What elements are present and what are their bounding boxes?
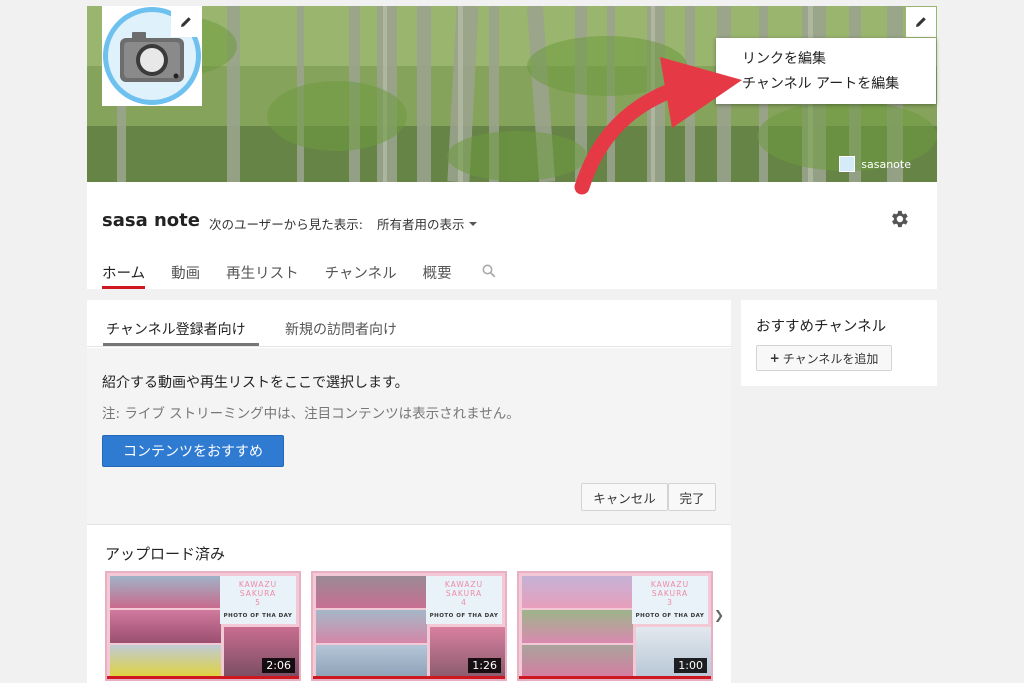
shelf-next-chevron-icon[interactable]: ❯ bbox=[714, 608, 724, 622]
view-as-label: 次のユーザーから見た表示: bbox=[209, 217, 363, 232]
watched-progress-bar bbox=[107, 676, 299, 679]
tab-subscribers[interactable]: チャンネル登録者向け bbox=[106, 319, 246, 339]
main-content: チャンネル登録者向け 新規の訪問者向け 紹介する動画や再生リストをここで選択しま… bbox=[87, 300, 731, 683]
menu-item-edit-links[interactable]: リンクを編集 bbox=[716, 47, 936, 72]
gear-icon[interactable] bbox=[888, 208, 910, 230]
featured-channels-title: おすすめチャンネル bbox=[756, 319, 887, 335]
banner-social-link[interactable]: sasanote bbox=[839, 156, 911, 172]
avatar-edit-button[interactable] bbox=[171, 7, 201, 37]
video-duration: 2:06 bbox=[262, 658, 295, 673]
tab-search[interactable] bbox=[482, 262, 496, 289]
plus-icon: + bbox=[769, 351, 780, 365]
uploads-shelf: KAWAZU SAKURA 5 PHOTO OF THA DAY 2:06 KA… bbox=[105, 571, 731, 683]
watched-progress-bar bbox=[519, 676, 711, 679]
video-duration: 1:26 bbox=[468, 658, 501, 673]
uploads-section-title: アップロード済み bbox=[105, 545, 226, 563]
site-favicon-icon bbox=[839, 156, 856, 172]
kawazu-sakura-logo: KAWAZU SAKURA 3 PHOTO OF THA DAY bbox=[632, 576, 708, 624]
video-thumbnail[interactable]: KAWAZU SAKURA 4 PHOTO OF THA DAY 1:26 bbox=[311, 571, 507, 681]
feature-instruction: 紹介する動画や再生リストをここで選択します。 bbox=[102, 375, 409, 391]
active-tab-indicator bbox=[103, 343, 259, 346]
menu-item-edit-channel-art[interactable]: チャンネル アートを編集 bbox=[716, 72, 936, 97]
kawazu-sakura-logo: KAWAZU SAKURA 5 PHOTO OF THA DAY bbox=[220, 576, 296, 624]
tab-channels[interactable]: チャンネル bbox=[325, 262, 397, 289]
cancel-button[interactable]: キャンセル bbox=[581, 483, 668, 511]
done-button[interactable]: 完了 bbox=[668, 483, 716, 511]
banner-edit-button[interactable] bbox=[906, 7, 936, 37]
video-thumbnail[interactable]: KAWAZU SAKURA 3 PHOTO OF THA DAY 1:00 bbox=[517, 571, 713, 681]
channel-nav: ホーム 動画 再生リスト チャンネル 概要 bbox=[102, 262, 522, 289]
recommend-content-button[interactable]: コンテンツをおすすめ bbox=[102, 435, 284, 467]
tab-home[interactable]: ホーム bbox=[102, 262, 146, 289]
view-as-select[interactable]: 所有者用の表示 bbox=[377, 214, 477, 233]
featured-channels-panel: おすすめチャンネル + チャンネルを追加 bbox=[741, 300, 937, 386]
add-channel-button[interactable]: + チャンネルを追加 bbox=[756, 345, 892, 371]
watched-progress-bar bbox=[313, 676, 505, 679]
channel-title: sasa note bbox=[102, 210, 200, 231]
tab-new-visitors[interactable]: 新規の訪問者向け bbox=[285, 319, 397, 339]
channel-header: sasa note 次のユーザーから見た表示: 所有者用の表示 ホーム 動画 再… bbox=[87, 182, 937, 289]
featured-content-editor: 紹介する動画や再生リストをここで選択します。 注: ライブ ストリーミング中は、… bbox=[87, 348, 731, 525]
search-icon bbox=[482, 264, 496, 278]
pencil-icon bbox=[181, 17, 191, 27]
feature-note: 注: ライブ ストリーミング中は、注目コンテンツは表示されません。 bbox=[102, 406, 520, 422]
video-duration: 1:00 bbox=[674, 658, 707, 673]
video-thumbnail[interactable]: KAWAZU SAKURA 5 PHOTO OF THA DAY 2:06 bbox=[105, 571, 301, 681]
tab-about[interactable]: 概要 bbox=[423, 262, 452, 289]
view-as-value: 所有者用の表示 bbox=[377, 217, 465, 232]
tab-playlists[interactable]: 再生リスト bbox=[226, 262, 299, 289]
audience-tabs: チャンネル登録者向け 新規の訪問者向け bbox=[87, 300, 731, 347]
caret-down-icon bbox=[468, 221, 477, 226]
tab-videos[interactable]: 動画 bbox=[171, 262, 200, 289]
pencil-icon bbox=[916, 17, 926, 27]
banner-link-label: sasanote bbox=[861, 157, 911, 171]
banner-edit-menu: リンクを編集 チャンネル アートを編集 bbox=[716, 38, 936, 104]
kawazu-sakura-logo: KAWAZU SAKURA 4 PHOTO OF THA DAY bbox=[426, 576, 502, 624]
add-channel-label: チャンネルを追加 bbox=[782, 351, 879, 366]
